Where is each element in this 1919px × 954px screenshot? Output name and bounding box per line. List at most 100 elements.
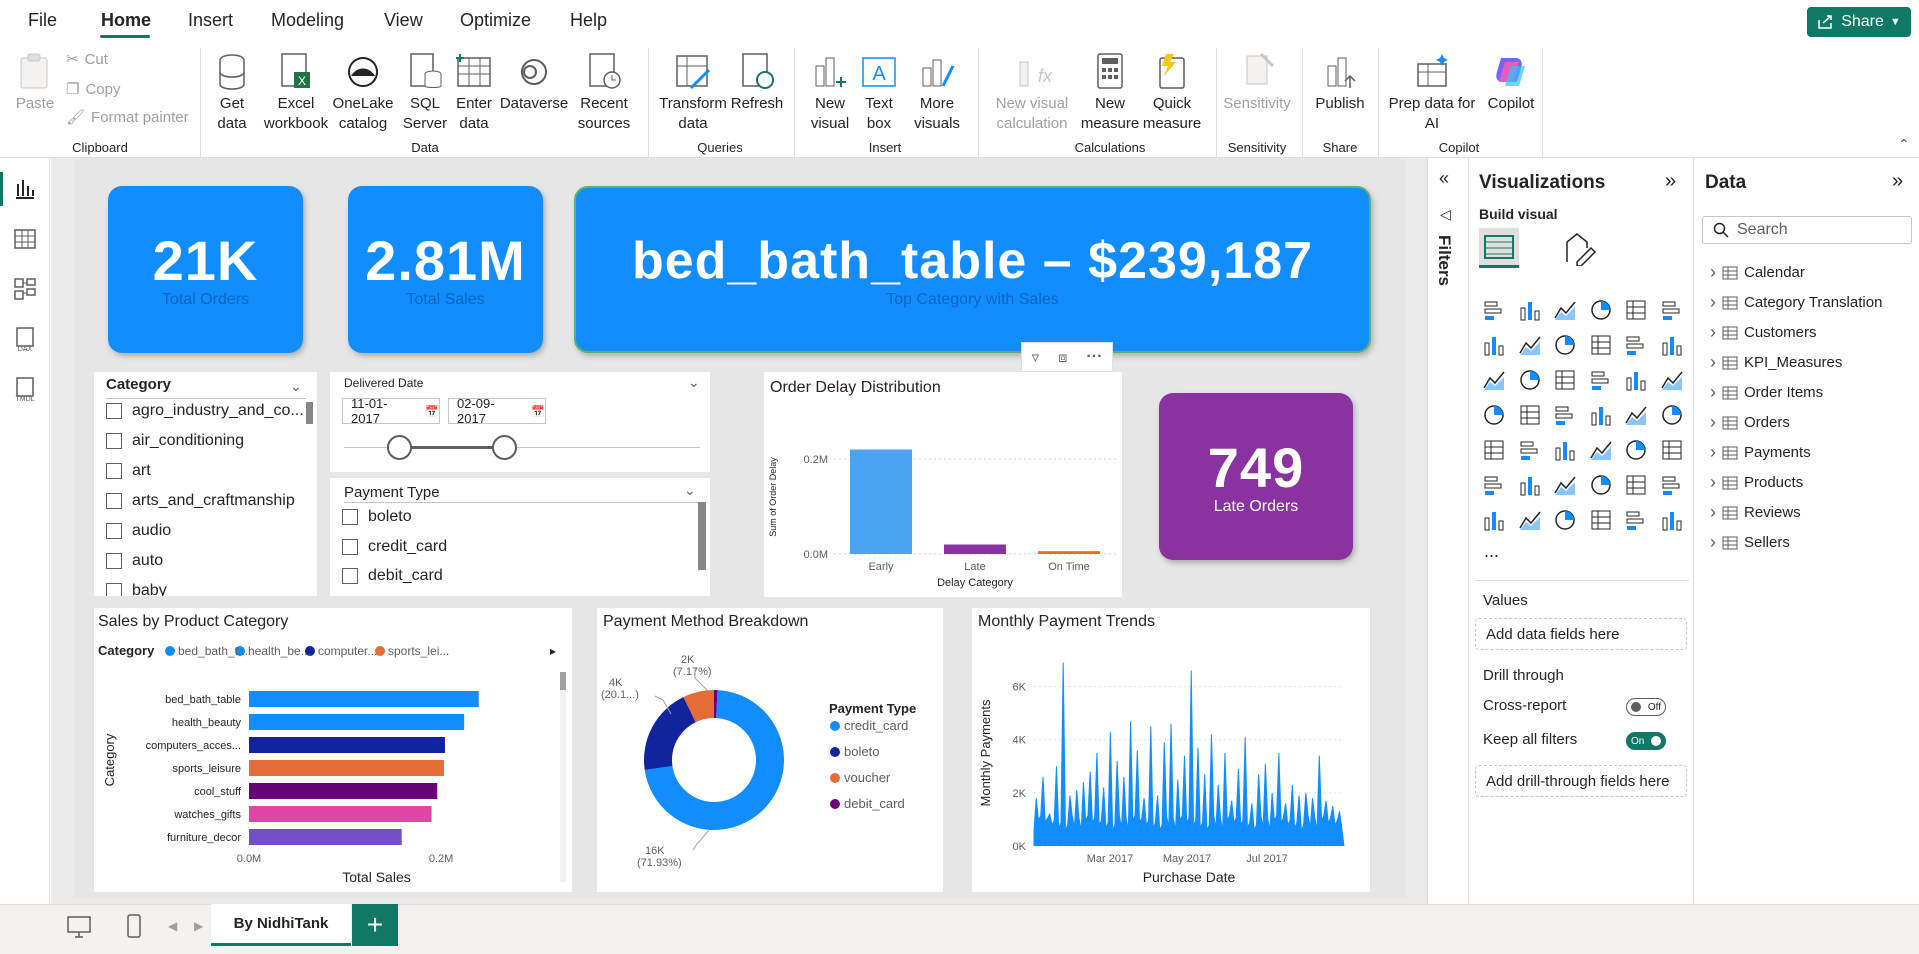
slicer-option[interactable]: air_conditioning xyxy=(106,432,244,450)
slider-end-handle[interactable] xyxy=(492,435,517,460)
menu-optimize[interactable]: Optimize xyxy=(460,10,531,31)
data-table-item[interactable]: › KPI_Measures xyxy=(1710,352,1842,373)
more-visuals-ellipsis[interactable]: ... xyxy=(1484,541,1499,562)
expand-chevron-icon[interactable]: « xyxy=(1439,168,1449,189)
prep-data-for-ai-button[interactable]: Prep data for AI xyxy=(1384,52,1480,134)
menu-insert[interactable]: Insert xyxy=(188,10,233,31)
100-bar-icon[interactable] xyxy=(1624,298,1648,322)
card-icon[interactable] xyxy=(1660,403,1684,427)
text-box-button[interactable]: A Text box xyxy=(856,52,902,134)
data-table-item[interactable]: › Sellers xyxy=(1710,532,1790,553)
slicer-option[interactable]: audio xyxy=(106,522,171,540)
stacked-column-icon[interactable] xyxy=(1518,298,1542,322)
sql-server-button[interactable]: SQL Server xyxy=(400,52,450,134)
chevron-right-icon[interactable]: › xyxy=(1710,472,1716,493)
data-table-item[interactable]: › Order Items xyxy=(1710,382,1823,403)
paste-button[interactable]: Paste xyxy=(14,52,56,114)
gauge-icon[interactable] xyxy=(1624,403,1648,427)
chevron-right-icon[interactable]: › xyxy=(1710,322,1716,343)
table-icon[interactable] xyxy=(1589,438,1613,462)
dax-query-view-icon[interactable]: DAX xyxy=(12,326,38,352)
clustered-column-icon[interactable] xyxy=(1589,298,1613,322)
keep-all-filters-toggle[interactable]: On xyxy=(1626,732,1666,750)
chevron-right-icon[interactable]: › xyxy=(1710,292,1716,313)
funnel-icon[interactable] xyxy=(1553,368,1577,392)
checkbox[interactable] xyxy=(342,568,358,584)
chevron-right-icon[interactable]: › xyxy=(1710,262,1716,283)
slicer-option[interactable]: credit_card xyxy=(342,538,447,556)
chevron-right-icon[interactable]: › xyxy=(1710,502,1716,523)
monthly-payment-trends-chart[interactable]: Monthly Payment Trends 0K 2K 4K 6K Mar 2017 Ma… xyxy=(972,608,1370,892)
data-table-item[interactable]: › Calendar xyxy=(1710,262,1805,283)
checkbox[interactable] xyxy=(342,539,358,555)
python-visual-icon[interactable] xyxy=(1482,473,1506,497)
dataverse-button[interactable]: Dataverse xyxy=(498,52,570,114)
format-visual-icon[interactable] xyxy=(1563,232,1597,266)
clustered-bar-icon[interactable] xyxy=(1553,298,1577,322)
scrollbar[interactable] xyxy=(698,502,706,570)
slicer-option[interactable]: art xyxy=(106,462,151,480)
checkbox[interactable] xyxy=(106,433,122,449)
recent-sources-button[interactable]: Recent sources xyxy=(572,52,636,134)
arcgis-icon[interactable] xyxy=(1589,508,1613,532)
filled-map-icon[interactable] xyxy=(1553,403,1577,427)
chevron-down-icon[interactable]: ⌄ xyxy=(688,374,700,391)
model-view-icon[interactable] xyxy=(12,276,38,302)
excel-workbook-button[interactable]: X Excel workbook xyxy=(260,52,332,134)
data-table-item[interactable]: › Orders xyxy=(1710,412,1790,433)
power-automate-icon[interactable] xyxy=(1624,508,1648,532)
report-view-icon[interactable] xyxy=(12,176,38,202)
azure-map-icon[interactable] xyxy=(1589,403,1613,427)
data-search-input[interactable]: Search xyxy=(1702,216,1912,244)
filter-icon[interactable]: ▿ xyxy=(1032,348,1040,366)
start-date-input[interactable]: 11-01-2017 📅 xyxy=(342,396,440,426)
checkbox[interactable] xyxy=(106,463,122,479)
previous-page-icon[interactable]: ◀ xyxy=(168,919,177,933)
slicer-icon[interactable] xyxy=(1553,438,1577,462)
mobile-layout-icon[interactable] xyxy=(126,913,142,939)
new-visual-calculation-button[interactable]: fx New visual calculation xyxy=(988,52,1076,134)
onelake-catalog-button[interactable]: OneLake catalog xyxy=(330,52,396,134)
collapse-pane-icon[interactable]: » xyxy=(1665,170,1676,193)
kpi-icon[interactable] xyxy=(1518,438,1542,462)
power-apps-icon[interactable] xyxy=(1482,508,1506,532)
copy-button[interactable]: ❐ Copy xyxy=(66,80,120,99)
sales-by-category-chart[interactable]: Sales by Product Category Category bed_bat… xyxy=(94,608,572,892)
ribbon-icon[interactable] xyxy=(1589,333,1613,357)
menu-file[interactable]: File xyxy=(28,10,57,31)
menu-home[interactable]: Home xyxy=(101,10,151,31)
waterfall-icon[interactable] xyxy=(1624,333,1648,357)
cross-report-toggle[interactable]: Off xyxy=(1626,698,1666,716)
collapse-pane-icon[interactable]: » xyxy=(1892,170,1903,193)
transform-data-button[interactable]: Transform data xyxy=(656,52,730,134)
menu-modeling[interactable]: Modeling xyxy=(271,10,344,31)
copilot-button[interactable]: Copilot xyxy=(1478,52,1544,114)
qa-icon[interactable] xyxy=(1589,473,1613,497)
slicer-option[interactable]: baby xyxy=(106,582,167,596)
more-options-icon[interactable]: ··· xyxy=(1086,348,1102,366)
cut-button[interactable]: ✂ Cut xyxy=(66,50,108,69)
pie-icon[interactable] xyxy=(1624,368,1648,392)
stacked-bar-icon[interactable] xyxy=(1482,298,1506,322)
new-measure-button[interactable]: New measure xyxy=(1081,52,1139,134)
scatter-icon[interactable] xyxy=(1589,368,1613,392)
combo-column-icon[interactable] xyxy=(1518,368,1542,392)
get-data-button[interactable]: Get data xyxy=(208,52,256,134)
build-visual-tab[interactable] xyxy=(1479,228,1519,268)
refresh-button[interactable]: Refresh xyxy=(730,52,784,114)
new-visual-button[interactable]: New visual xyxy=(806,52,854,134)
scrollbar[interactable] xyxy=(306,402,313,424)
metrics-icon[interactable] xyxy=(1518,508,1542,532)
chevron-down-icon[interactable]: ⌄ xyxy=(684,482,696,499)
smart-narrative-icon[interactable] xyxy=(1624,473,1648,497)
funnel-combo-icon[interactable] xyxy=(1660,333,1684,357)
values-well[interactable]: Add data fields here xyxy=(1475,618,1687,650)
key-influencers-icon[interactable] xyxy=(1518,473,1542,497)
checkbox[interactable] xyxy=(106,493,122,509)
data-table-item[interactable]: › Customers xyxy=(1710,322,1817,343)
chevron-right-icon[interactable]: › xyxy=(1710,442,1716,463)
slider-start-handle[interactable] xyxy=(387,435,412,460)
collapse-ribbon-icon[interactable]: ⌃ xyxy=(1898,136,1910,153)
desktop-layout-icon[interactable] xyxy=(66,915,92,939)
data-table-item[interactable]: › Category Translation xyxy=(1710,292,1882,313)
